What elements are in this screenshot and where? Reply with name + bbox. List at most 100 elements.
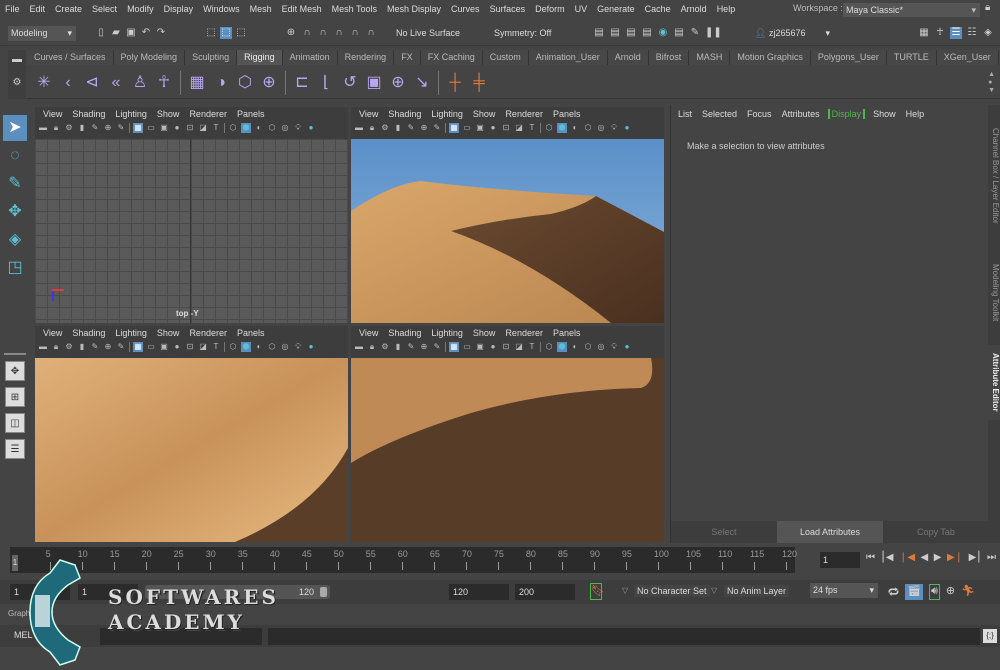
flat-shade-icon[interactable]: ◐	[254, 342, 264, 352]
lock-icon[interactable]: 🔒︎	[985, 2, 995, 16]
grease-pencil-icon[interactable]: ✎	[432, 123, 442, 133]
safe-action-icon[interactable]: ◪	[198, 123, 208, 133]
shelf-tab-polygons-user[interactable]: Polygons_User	[810, 50, 887, 65]
viewport-front[interactable]	[351, 358, 664, 542]
range-slider-handle[interactable]	[320, 587, 327, 597]
panel-menu-view[interactable]: View	[38, 328, 67, 338]
ae-menu-list[interactable]: List	[673, 109, 697, 119]
paint-select-tool-icon[interactable]: ✎	[3, 171, 27, 197]
insert-joint-icon[interactable]: ‹	[58, 73, 78, 93]
menu-display[interactable]: Display	[159, 4, 199, 14]
go-to-end-icon[interactable]: ⏭	[987, 552, 996, 568]
use-all-lights-icon[interactable]: 💡︎	[293, 342, 303, 352]
menu-deform[interactable]: Deform	[530, 4, 570, 14]
tab-attribute-editor[interactable]: Attribute Editor	[988, 345, 1000, 420]
smooth-shade-icon[interactable]: ⬢	[241, 342, 251, 352]
gate-mask-icon[interactable]: ●	[488, 342, 498, 352]
select-object-icon[interactable]: ⬚	[220, 27, 232, 39]
light-editor-icon[interactable]: ✎	[689, 27, 701, 39]
menu-mesh-tools[interactable]: Mesh Tools	[327, 4, 382, 14]
panel-menu-lighting[interactable]: Lighting	[426, 328, 468, 338]
camera-attributes-icon[interactable]: ⚙	[380, 342, 390, 352]
snap-surface-icon[interactable]: ∩	[349, 27, 361, 39]
script-editor-icon[interactable]: {;}	[983, 629, 997, 643]
shelf-tab-xgen-user[interactable]: XGen_User	[936, 50, 999, 65]
use-all-lights-icon[interactable]: 💡︎	[609, 342, 619, 352]
panel-menu-view[interactable]: View	[354, 328, 383, 338]
2d-pan-zoom-icon[interactable]: ⊕	[103, 123, 113, 133]
select-tool-icon[interactable]: ➤	[3, 115, 27, 141]
safe-title-icon[interactable]: T	[211, 123, 221, 133]
render-view-icon[interactable]: ▤	[593, 27, 605, 39]
workspace-select[interactable]: Maya Classic* ▾	[843, 3, 980, 17]
attribute-editor-icon[interactable]: ☰	[950, 27, 962, 39]
ik-handle-icon[interactable]: ⊲	[82, 73, 102, 93]
playback-start-field[interactable]: 1	[78, 584, 138, 600]
point-constraint-icon[interactable]: ⌊	[316, 73, 336, 93]
resolution-gate-icon[interactable]: ▣	[475, 342, 485, 352]
panel-menu-view[interactable]: View	[354, 109, 383, 119]
menu-generate[interactable]: Generate	[592, 4, 640, 14]
menu-mesh-display[interactable]: Mesh Display	[382, 4, 446, 14]
field-chart-icon[interactable]: ⊡	[185, 123, 195, 133]
grease-pencil-icon[interactable]: ✎	[116, 342, 126, 352]
new-scene-icon[interactable]: ▯	[95, 27, 107, 39]
shelf-tab-motion-graphics[interactable]: Motion Graphics	[730, 50, 811, 65]
panel-menu-panels[interactable]: Panels	[232, 109, 270, 119]
redo-icon[interactable]: ↷	[155, 27, 167, 39]
flat-shade-icon[interactable]: ◐	[570, 342, 580, 352]
flat-shade-icon[interactable]: ◐	[570, 123, 580, 133]
tab-modeling-toolkit[interactable]: Modeling Toolkit	[988, 250, 1000, 335]
use-all-lights-icon[interactable]: 💡︎	[293, 123, 303, 133]
2d-pan-zoom-icon[interactable]: ⊕	[419, 342, 429, 352]
grid-icon[interactable]: ▦	[133, 123, 143, 133]
resolution-gate-icon[interactable]: ▣	[475, 123, 485, 133]
camera-icon[interactable]: ▬	[38, 123, 48, 133]
ae-menu-display[interactable]: Display	[827, 109, 866, 119]
menu-windows[interactable]: Windows	[198, 4, 245, 14]
wireframe-on-shaded-icon[interactable]: ⬡	[267, 123, 277, 133]
panel-menu-panels[interactable]: Panels	[548, 328, 586, 338]
film-gate-icon[interactable]: ▭	[462, 342, 472, 352]
tab-channel-box[interactable]: Channel Box / Layer Editor	[988, 113, 1000, 238]
panel-menu-shading[interactable]: Shading	[67, 328, 110, 338]
use-all-lights-icon[interactable]: 💡︎	[609, 123, 619, 133]
snap-curve-icon[interactable]: ∩	[301, 27, 313, 39]
safe-action-icon[interactable]: ◪	[514, 342, 524, 352]
wireframe-icon[interactable]: ⬡	[228, 123, 238, 133]
locator-attach-icon[interactable]: ╪	[469, 73, 489, 93]
shelf-tab-custom[interactable]: Custom	[482, 50, 529, 65]
2d-pan-zoom-icon[interactable]: ⊕	[103, 342, 113, 352]
current-time-marker[interactable]: 1	[12, 555, 18, 571]
chevron-down-icon[interactable]: ▽	[622, 586, 628, 595]
anim-layer-select[interactable]: No Anim Layer	[724, 585, 790, 597]
time-slider[interactable]: 1 5 10 15 20 25 30 35 40 45 50 55 60 65 70 75 80 85 90 95 1…	[10, 547, 797, 573]
lasso-tool-icon[interactable]: ◌	[3, 143, 27, 169]
gate-mask-icon[interactable]: ●	[172, 123, 182, 133]
go-to-start-icon[interactable]: ⏮	[866, 552, 875, 568]
play-backward-icon[interactable]: ◀	[921, 552, 929, 568]
flat-shade-icon[interactable]: ◐	[254, 123, 264, 133]
field-chart-icon[interactable]: ⊡	[501, 342, 511, 352]
grid-icon[interactable]: ▦	[133, 342, 143, 352]
panel-menu-view[interactable]: View	[38, 109, 67, 119]
image-plane-icon[interactable]: ✎	[406, 123, 416, 133]
shelf-tab-mash[interactable]: MASH	[689, 50, 731, 65]
menu-edit-mesh[interactable]: Edit Mesh	[277, 4, 327, 14]
two-view-layout-icon[interactable]: ◫	[5, 413, 25, 433]
menu-uv[interactable]: UV	[570, 4, 593, 14]
render-frame-icon[interactable]: ▤	[609, 27, 621, 39]
shelf-tab-arnold[interactable]: Arnold	[607, 50, 649, 65]
pole-vector-icon[interactable]: ↘	[412, 73, 432, 93]
outliner-layout-icon[interactable]: ☰	[5, 439, 25, 459]
channel-box-icon[interactable]: ◈	[982, 27, 994, 39]
open-scene-icon[interactable]: ▰	[110, 27, 122, 39]
panel-menu-renderer[interactable]: Renderer	[184, 328, 232, 338]
film-gate-icon[interactable]: ▭	[146, 123, 156, 133]
playback-end-field[interactable]: 120	[449, 584, 509, 600]
character-icon[interactable]: 🏃︎	[961, 584, 975, 600]
viewport-side[interactable]	[35, 358, 348, 542]
shelf-tab-bifrost[interactable]: Bifrost	[648, 50, 690, 65]
panel-menu-show[interactable]: Show	[468, 328, 501, 338]
panel-menu-panels[interactable]: Panels	[548, 109, 586, 119]
